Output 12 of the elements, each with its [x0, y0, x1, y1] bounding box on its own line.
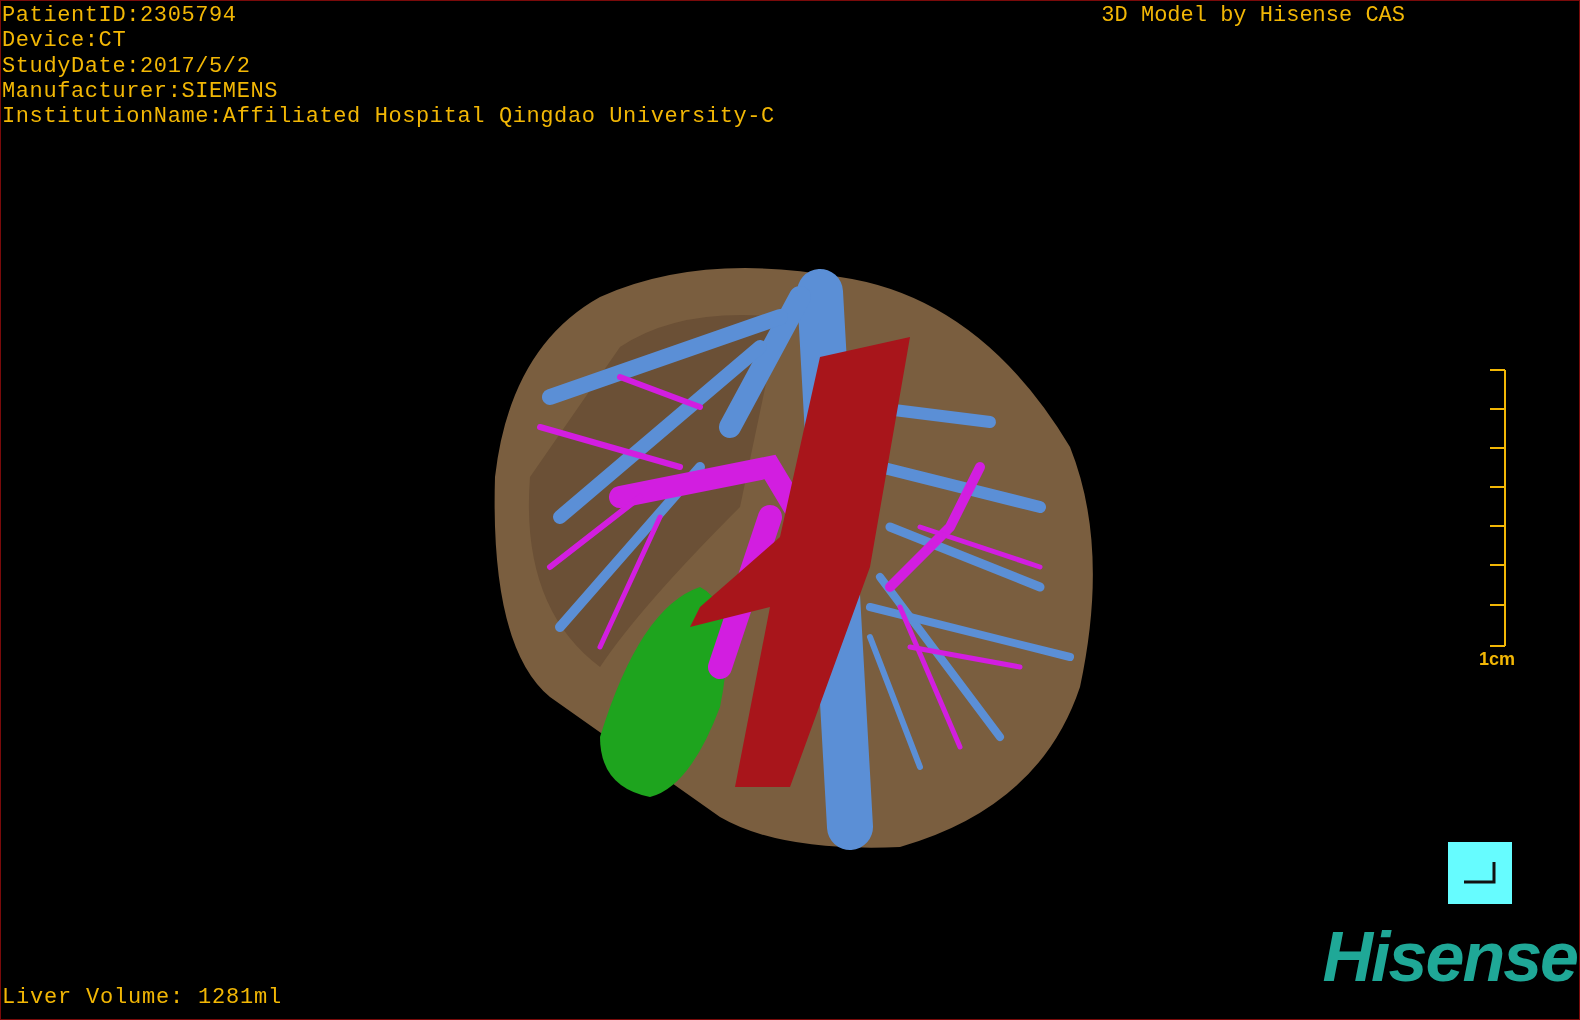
scale-label: 1cm — [1478, 649, 1515, 671]
patient-info-line: Device:CT — [2, 28, 128, 54]
patient-info-line: InstitutionName:Affiliated Hospital Qingdao University-C — [2, 104, 776, 130]
liver-volume-label: Liver Volume: 1281ml — [2, 985, 284, 1011]
brand-logo: Hisense — [1322, 926, 1577, 989]
patient-info-line: PatientID:2305794 — [2, 3, 238, 29]
corner-button[interactable] — [1448, 842, 1512, 905]
patient-info-line: StudyDate:2017/5/2 — [2, 53, 252, 79]
scale-bar-icon — [1489, 369, 1507, 648]
viewer-title: 3D Model by Hisense CAS — [1101, 2, 1405, 30]
corner-icon — [1464, 862, 1496, 885]
patient-info-line: Manufacturer:SIEMENS — [2, 78, 280, 105]
